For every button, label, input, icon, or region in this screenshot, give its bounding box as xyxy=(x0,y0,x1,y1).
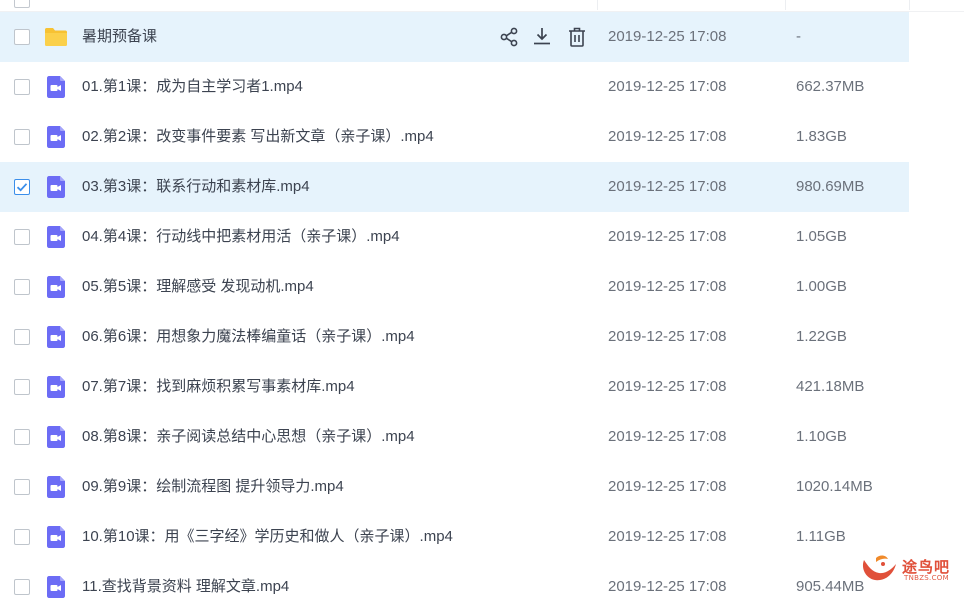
row-checkbox[interactable] xyxy=(14,429,30,445)
file-size: 662.37MB xyxy=(796,78,865,95)
file-name[interactable]: 05.第5课：理解感受 发现动机.mp4 xyxy=(82,262,314,312)
bird-logo-icon xyxy=(862,555,896,581)
row-checkbox[interactable] xyxy=(14,29,30,45)
file-row[interactable]: 05.第5课：理解感受 发现动机.mp4 2019-12-25 17:08 1.00… xyxy=(0,262,909,312)
file-name[interactable]: 11.查找背景资料 理解文章.mp4 xyxy=(82,562,289,612)
file-row[interactable]: 06.第6课：用想象力魔法棒编童话（亲子课）.mp4 2019-12-25 17:… xyxy=(0,312,909,362)
file-row[interactable]: 08.第8课：亲子阅读总结中心思想（亲子课）.mp4 2019-12-25 17:… xyxy=(0,412,909,462)
row-checkbox[interactable] xyxy=(14,179,30,195)
modified-date: 2019-12-25 17:08 xyxy=(608,378,727,395)
file-row[interactable]: 10.第10课：用《三字经》学历史和做人（亲子课）.mp4 2019-12-25 … xyxy=(0,512,909,562)
row-checkbox[interactable] xyxy=(14,379,30,395)
video-file-icon xyxy=(44,175,68,199)
file-size: 1.05GB xyxy=(796,228,847,245)
modified-date: 2019-12-25 17:08 xyxy=(608,28,727,45)
file-name[interactable]: 10.第10课：用《三字经》学历史和做人（亲子课）.mp4 xyxy=(82,512,453,562)
file-size: 1.22GB xyxy=(796,328,847,345)
modified-date: 2019-12-25 17:08 xyxy=(608,178,727,195)
column-divider xyxy=(909,0,910,10)
modified-date: 2019-12-25 17:08 xyxy=(608,128,727,145)
modified-date: 2019-12-25 17:08 xyxy=(608,328,727,345)
video-file-icon xyxy=(44,475,68,499)
row-checkbox[interactable] xyxy=(14,579,30,595)
file-name[interactable]: 09.第9课：绘制流程图 提升领导力.mp4 xyxy=(82,462,344,512)
modified-date: 2019-12-25 17:08 xyxy=(608,78,727,95)
file-name[interactable]: 02.第2课：改变事件要素 写出新文章（亲子课）.mp4 xyxy=(82,112,434,162)
row-checkbox[interactable] xyxy=(14,529,30,545)
video-file-icon xyxy=(44,575,68,599)
video-file-icon xyxy=(44,225,68,249)
file-name[interactable]: 06.第6课：用想象力魔法棒编童话（亲子课）.mp4 xyxy=(82,312,415,362)
video-file-icon xyxy=(44,425,68,449)
modified-date: 2019-12-25 17:08 xyxy=(608,278,727,295)
list-header-remnant xyxy=(0,0,964,12)
video-file-icon xyxy=(44,275,68,299)
file-row[interactable]: 03.第3课：联系行动和素材库.mp4 2019-12-25 17:08 980.6… xyxy=(0,162,909,212)
modified-date: 2019-12-25 17:08 xyxy=(608,528,727,545)
modified-date: 2019-12-25 17:08 xyxy=(608,478,727,495)
file-size: 905.44MB xyxy=(796,578,865,595)
modified-date: 2019-12-25 17:08 xyxy=(608,578,727,595)
watermark-subtext: TNBZS.COM xyxy=(904,574,949,582)
row-checkbox[interactable] xyxy=(14,329,30,345)
file-name[interactable]: 04.第4课：行动线中把素材用活（亲子课）.mp4 xyxy=(82,212,400,262)
column-divider xyxy=(785,0,786,10)
row-checkbox[interactable] xyxy=(14,229,30,245)
file-size: 1.00GB xyxy=(796,278,847,295)
file-size: 1.10GB xyxy=(796,428,847,445)
row-checkbox[interactable] xyxy=(14,129,30,145)
file-row[interactable]: 11.查找背景资料 理解文章.mp4 2019-12-25 17:08 905.44… xyxy=(0,562,909,612)
file-size: 1.11GB xyxy=(796,528,846,545)
video-file-icon xyxy=(44,375,68,399)
folder-row[interactable]: 暑期预备课 2019-12-25 17:08 - xyxy=(0,12,909,62)
file-size: 980.69MB xyxy=(796,178,865,195)
watermark-logo: 途鸟吧 TNBZS.COM xyxy=(858,552,962,588)
file-name[interactable]: 暑期预备课 xyxy=(82,12,157,62)
share-icon[interactable] xyxy=(497,25,521,49)
file-size: - xyxy=(796,28,801,45)
row-checkbox[interactable] xyxy=(14,79,30,95)
file-name[interactable]: 08.第8课：亲子阅读总结中心思想（亲子课）.mp4 xyxy=(82,412,415,462)
file-row[interactable]: 09.第9课：绘制流程图 提升领导力.mp4 2019-12-25 17:08 10… xyxy=(0,462,909,512)
video-file-icon xyxy=(44,75,68,99)
download-icon[interactable] xyxy=(530,25,554,49)
file-row[interactable]: 02.第2课：改变事件要素 写出新文章（亲子课）.mp4 2019-12-25 1… xyxy=(0,112,909,162)
delete-icon[interactable] xyxy=(565,25,589,49)
file-row[interactable]: 07.第7课：找到麻烦积累写事素材库.mp4 2019-12-25 17:08 42… xyxy=(0,362,909,412)
file-name[interactable]: 07.第7课：找到麻烦积累写事素材库.mp4 xyxy=(82,362,355,412)
folder-icon xyxy=(44,25,68,49)
file-name[interactable]: 03.第3课：联系行动和素材库.mp4 xyxy=(82,162,310,212)
row-checkbox[interactable] xyxy=(14,279,30,295)
file-row[interactable]: 04.第4课：行动线中把素材用活（亲子课）.mp4 2019-12-25 17:0… xyxy=(0,212,909,262)
modified-date: 2019-12-25 17:08 xyxy=(608,428,727,445)
select-all-checkbox[interactable] xyxy=(14,0,30,8)
modified-date: 2019-12-25 17:08 xyxy=(608,228,727,245)
file-size: 421.18MB xyxy=(796,378,865,395)
column-divider xyxy=(597,0,598,10)
video-file-icon xyxy=(44,325,68,349)
file-size: 1.83GB xyxy=(796,128,847,145)
file-name[interactable]: 01.第1课：成为自主学习者1.mp4 xyxy=(82,62,303,112)
video-file-icon xyxy=(44,125,68,149)
row-checkbox[interactable] xyxy=(14,479,30,495)
video-file-icon xyxy=(44,525,68,549)
file-row[interactable]: 01.第1课：成为自主学习者1.mp4 2019-12-25 17:08 662.3… xyxy=(0,62,909,112)
file-size: 1020.14MB xyxy=(796,478,873,495)
